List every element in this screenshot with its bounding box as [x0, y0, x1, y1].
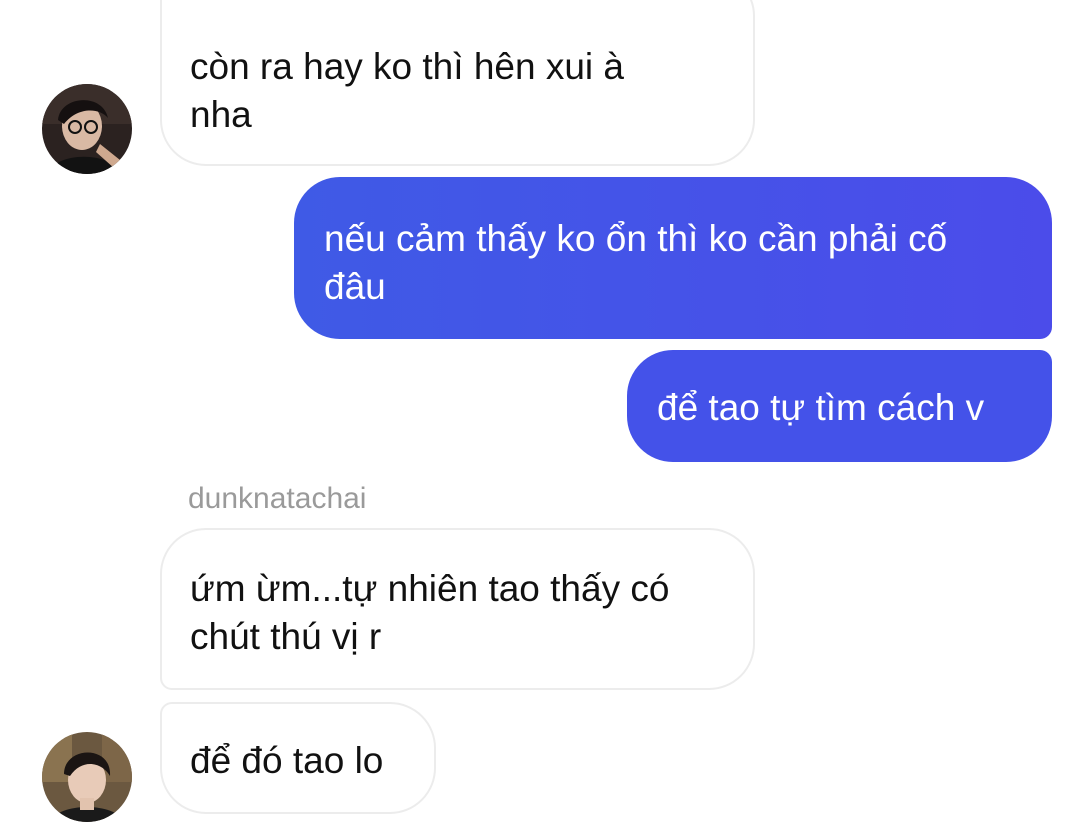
sender-avatar[interactable]	[42, 84, 132, 174]
avatar-photo-icon	[42, 732, 132, 822]
message-bubble-incoming[interactable]: ứm ừm...tự nhiên tao thấy có chút thú vị…	[160, 528, 755, 690]
message-bubble-incoming[interactable]: để đó tao lo	[160, 702, 436, 814]
message-bubble-outgoing[interactable]: để tao tự tìm cách v	[627, 350, 1052, 462]
sender-name: dunknatachai	[188, 482, 367, 515]
message-bubble-incoming[interactable]: còn ra hay ko thì hên xui à nha	[160, 0, 755, 166]
sender-avatar[interactable]	[42, 732, 132, 822]
avatar-photo-icon	[42, 84, 132, 174]
message-bubble-outgoing[interactable]: nếu cảm thấy ko ổn thì ko cần phải cố đâ…	[294, 177, 1052, 339]
